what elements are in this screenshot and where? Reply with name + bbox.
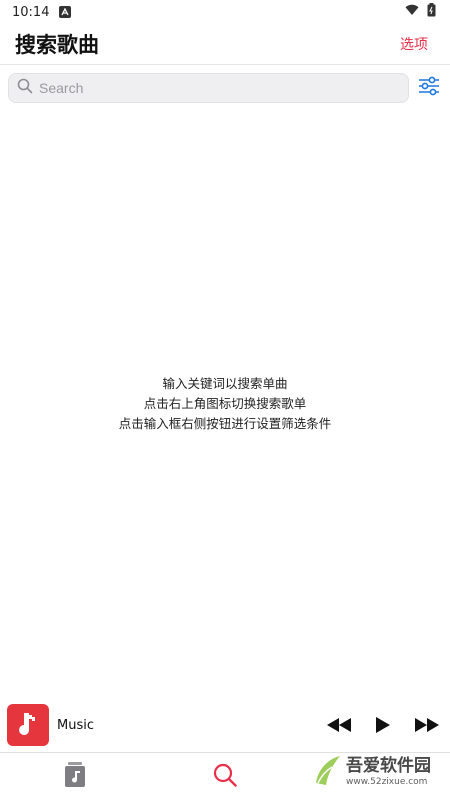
site-watermark: 吾爱软件园 www.52zixue.com <box>312 747 444 797</box>
notification-a-icon <box>59 6 72 18</box>
play-button[interactable] <box>370 712 396 738</box>
sliders-icon <box>418 76 440 100</box>
mini-player[interactable]: Music <box>0 703 450 747</box>
wifi-icon <box>405 4 419 20</box>
filter-settings-button[interactable] <box>417 76 441 100</box>
hint-line: 点击右上角图标切换搜索歌单 <box>143 396 307 411</box>
watermark-main: 吾爱软件园 <box>346 755 431 776</box>
watermark-text: 吾爱软件园 www.52zixue.com <box>346 755 431 787</box>
options-button[interactable]: 选项 <box>400 34 428 54</box>
status-left: 10:14 <box>12 4 72 20</box>
search-input[interactable] <box>39 75 389 101</box>
album-artwork[interactable] <box>7 704 49 746</box>
previous-track-button[interactable] <box>326 712 352 738</box>
status-right <box>405 3 436 21</box>
search-icon <box>213 763 237 791</box>
search-box[interactable] <box>8 73 409 103</box>
watermark-logo-icon <box>312 753 342 791</box>
watermark-sub: www.52zixue.com <box>346 776 428 787</box>
battery-icon <box>427 3 436 21</box>
search-row <box>8 73 442 103</box>
hint-line: 点击输入框右侧按钮进行设置筛选条件 <box>118 416 332 431</box>
empty-state-hint: 输入关键词以搜索单曲 点击右上角图标切换搜索歌单 点击输入框右侧按钮进行设置筛选… <box>0 374 450 434</box>
search-icon <box>17 78 33 98</box>
hint-line: 输入关键词以搜索单曲 <box>162 376 288 391</box>
music-note-icon <box>15 709 41 741</box>
status-time: 10:14 <box>12 4 50 20</box>
music-library-icon <box>64 761 86 792</box>
status-bar: 10:14 <box>0 0 450 24</box>
header-divider <box>0 64 450 65</box>
header: 搜索歌曲 选项 <box>0 24 450 64</box>
track-title: Music <box>57 717 94 733</box>
next-track-button[interactable] <box>414 712 440 738</box>
playback-controls <box>326 712 440 738</box>
page-title: 搜索歌曲 <box>15 33 99 57</box>
tab-search[interactable] <box>150 753 300 800</box>
tab-library[interactable] <box>0 753 150 800</box>
